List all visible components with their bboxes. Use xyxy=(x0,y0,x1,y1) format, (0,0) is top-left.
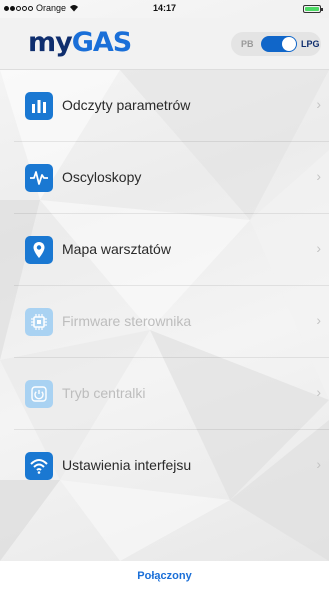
chip-icon xyxy=(25,308,53,336)
menu-item-label: Ustawienia interfejsu xyxy=(62,457,192,473)
clock: 14:17 xyxy=(152,3,177,13)
menu-item-label: Mapa warsztatów xyxy=(62,241,171,257)
menu-item-label: Tryb centralki xyxy=(62,385,146,401)
fuel-type-toggle[interactable]: PB LPG xyxy=(231,32,321,56)
status-bar: Orange 14:17 xyxy=(0,0,329,18)
fuel-switch[interactable] xyxy=(261,36,297,52)
app-header: myGAS PB LPG xyxy=(0,18,329,70)
chevron-right-icon: › xyxy=(316,240,321,256)
logo-part-my: my xyxy=(28,27,73,58)
menu-item-label: Oscyloskopy xyxy=(62,169,142,185)
connection-status-bar: Połączony xyxy=(0,561,329,590)
fuel-option-pb[interactable]: PB xyxy=(241,39,261,49)
connection-status-label: Połączony xyxy=(137,570,192,582)
chevron-right-icon: › xyxy=(316,312,321,328)
menu-item-parameter-readings[interactable]: Odczyty parametrów › xyxy=(0,70,329,142)
menu-item-oscilloscopes[interactable]: Oscyloskopy › xyxy=(0,142,329,214)
battery-icon xyxy=(303,5,323,13)
chevron-right-icon: › xyxy=(316,384,321,400)
app-logo: myGAS xyxy=(28,27,133,58)
menu-item-controller-firmware[interactable]: Firmware sterownika › xyxy=(0,286,329,358)
menu-item-workshop-map[interactable]: Mapa warsztatów › xyxy=(0,214,329,286)
menu-item-central-mode[interactable]: Tryb centralki › xyxy=(0,358,329,430)
waveform-icon xyxy=(25,164,53,192)
menu-item-interface-settings[interactable]: Ustawienia interfejsu › xyxy=(0,430,329,502)
bar-chart-icon xyxy=(25,92,53,120)
menu-item-label: Odczyty parametrów xyxy=(62,97,191,113)
chevron-right-icon: › xyxy=(316,96,321,112)
chevron-right-icon: › xyxy=(316,456,321,472)
app-screen: Orange 14:17 myGAS PB LPG Odczyty parame… xyxy=(0,0,329,590)
chevron-right-icon: › xyxy=(316,168,321,184)
menu-item-label: Firmware sterownika xyxy=(62,313,192,329)
switch-knob xyxy=(282,37,296,51)
map-pin-icon xyxy=(25,236,53,264)
wifi-icon xyxy=(25,452,53,480)
logo-part-gas: GAS xyxy=(71,27,133,58)
power-icon xyxy=(25,380,53,408)
fuel-option-lpg[interactable]: LPG xyxy=(301,39,320,49)
